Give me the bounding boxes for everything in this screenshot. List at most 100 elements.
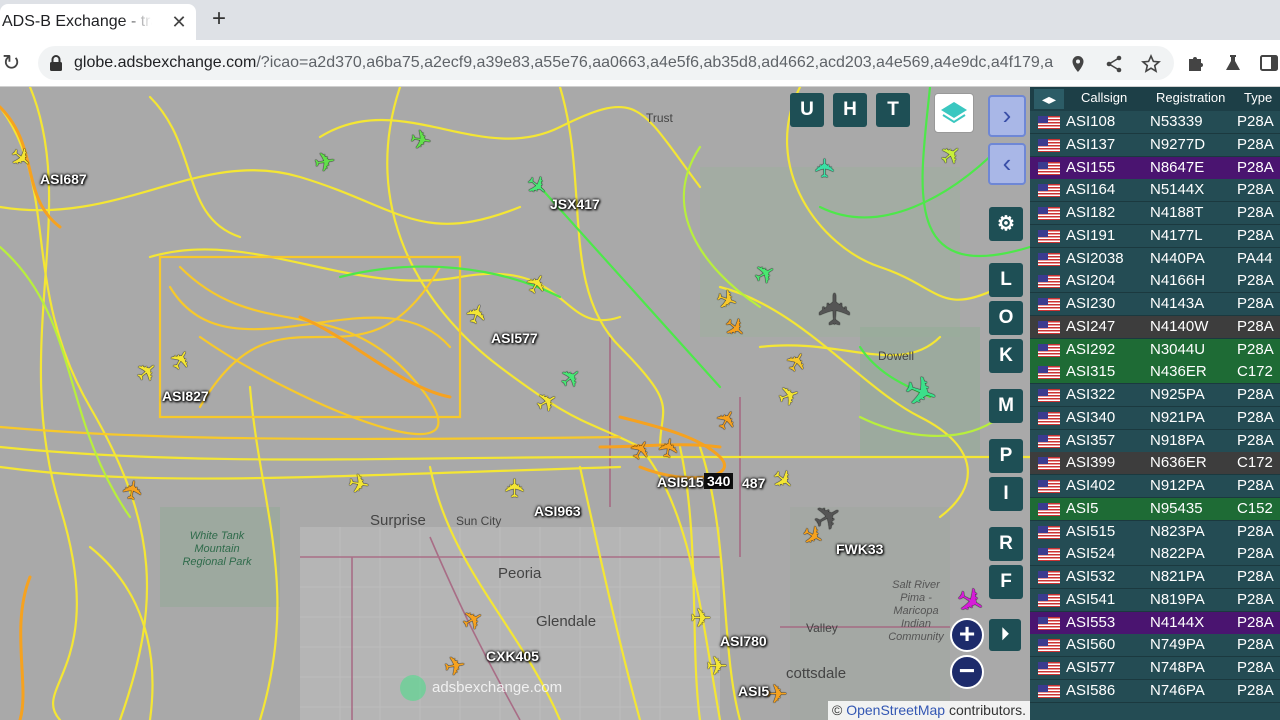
table-row[interactable]: ASI247 N4140W P28A: [1030, 315, 1280, 339]
aircraft-label[interactable]: JSX417: [550, 196, 600, 212]
place-valley: Valley: [806, 621, 838, 635]
button-m[interactable]: M: [989, 389, 1023, 423]
button-t[interactable]: T: [876, 93, 910, 127]
table-row[interactable]: ASI524 N822PA P28A: [1030, 543, 1280, 567]
table-row[interactable]: ASI515 N823PA P28A: [1030, 520, 1280, 544]
layers-icon: [941, 102, 967, 124]
zoom-out-button[interactable]: −: [950, 655, 984, 689]
toggle-panel-button[interactable]: ◂▸: [1034, 89, 1064, 109]
map-canvas[interactable]: [0, 87, 1030, 720]
aircraft-icon[interactable]: ✈: [811, 291, 860, 328]
table-row[interactable]: ASI560 N749PA P28A: [1030, 634, 1280, 658]
zoom-in-button[interactable]: +: [950, 618, 984, 652]
button-f[interactable]: F: [989, 565, 1023, 599]
aircraft-icon[interactable]: ✈: [690, 605, 712, 631]
aircraft-label[interactable]: 340: [704, 473, 734, 489]
cell-type: P28A: [1237, 272, 1274, 290]
table-row[interactable]: ASI322 N925PA P28A: [1030, 384, 1280, 407]
button-u[interactable]: U: [790, 93, 824, 127]
map-view[interactable]: Surprise Sun City Peoria Glendale cottsd…: [0, 87, 1030, 720]
button-o[interactable]: O: [989, 301, 1023, 335]
cell-callsign: ASI541: [1066, 590, 1116, 608]
aircraft-label[interactable]: ASI963: [534, 503, 581, 519]
table-row[interactable]: ASI191 N4177L P28A: [1030, 224, 1280, 248]
cell-type: P28A: [1237, 386, 1274, 403]
button-r[interactable]: R: [989, 527, 1023, 561]
table-row[interactable]: ASI541 N819PA P28A: [1030, 588, 1280, 612]
aircraft-icon[interactable]: ✈: [346, 467, 373, 500]
table-row[interactable]: ASI137 N9277D P28A: [1030, 133, 1280, 157]
aircraft-icon[interactable]: ✈: [312, 145, 339, 178]
replay-button[interactable]: ⏵: [989, 619, 1021, 651]
collapse-left-button[interactable]: ‹: [988, 143, 1026, 185]
table-row[interactable]: ASI182 N4188T P28A: [1030, 202, 1280, 225]
openstreetmap-link[interactable]: OpenStreetMap: [846, 702, 945, 718]
location-pin-icon[interactable]: [1068, 54, 1088, 74]
reload-icon[interactable]: ↻: [2, 50, 22, 76]
table-row[interactable]: ASI340 N921PA P28A: [1030, 406, 1280, 430]
watermark-text: adsbexchange.com: [432, 678, 563, 696]
aircraft-icon[interactable]: ✈: [652, 435, 685, 462]
labs-flask-icon[interactable]: [1223, 53, 1243, 73]
tab-close-icon[interactable]: ✕: [168, 11, 190, 33]
aircraft-icon[interactable]: ✈: [116, 477, 149, 504]
cell-registration: N822PA: [1150, 545, 1205, 563]
aircraft-icon[interactable]: ✈: [408, 123, 435, 156]
table-row[interactable]: ASI155 N8647E P28A: [1030, 156, 1280, 180]
table-row[interactable]: ASI532 N821PA P28A: [1030, 566, 1280, 589]
bookmark-star-icon[interactable]: [1141, 54, 1161, 74]
new-tab-icon[interactable]: +: [206, 7, 232, 33]
aircraft-icon[interactable]: ✈: [810, 157, 840, 179]
settings-button[interactable]: ⚙: [989, 207, 1023, 241]
table-row[interactable]: ASI108 N53339 P28A: [1030, 111, 1280, 134]
url-text[interactable]: globe.adsbexchange.com/?icao=a2d370,a6ba…: [74, 54, 1054, 72]
table-row[interactable]: ASI292 N3044U P28A: [1030, 338, 1280, 362]
cell-registration: N5144X: [1150, 181, 1205, 199]
column-header-callsign[interactable]: Callsign: [1081, 90, 1127, 105]
table-row[interactable]: ASI5 N95435 C152: [1030, 497, 1280, 521]
table-row[interactable]: ASI402 N912PA P28A: [1030, 475, 1280, 498]
table-row[interactable]: ASI2038 N440PA PA44: [1030, 247, 1280, 271]
aircraft-label[interactable]: 487: [742, 475, 765, 491]
column-header-registration[interactable]: Registration: [1156, 90, 1225, 105]
table-row[interactable]: ASI357 N918PA P28A: [1030, 429, 1280, 453]
table-row[interactable]: ASI577 N748PA P28A: [1030, 657, 1280, 680]
cell-registration: N748PA: [1150, 659, 1205, 676]
button-l[interactable]: L: [989, 263, 1023, 297]
aircraft-label[interactable]: ASI515: [657, 474, 704, 490]
table-row[interactable]: ASI399 N636ER C172: [1030, 452, 1280, 476]
aircraft-icon[interactable]: ✈: [766, 681, 788, 707]
aircraft-icon[interactable]: ✈: [500, 477, 530, 499]
aircraft-label[interactable]: CXK405: [486, 648, 539, 664]
aircraft-label[interactable]: ASI780: [720, 633, 767, 649]
expand-right-button[interactable]: ›: [988, 95, 1026, 137]
table-row[interactable]: ASI164 N5144X P28A: [1030, 179, 1280, 203]
table-row[interactable]: ASI230 N4143A P28A: [1030, 293, 1280, 316]
table-row[interactable]: ASI204 N4166H P28A: [1030, 270, 1280, 294]
attribution-suffix: contributors.: [945, 702, 1026, 718]
lock-icon[interactable]: [48, 54, 64, 72]
cell-type: P28A: [1237, 340, 1274, 358]
button-h[interactable]: H: [833, 93, 867, 127]
browser-tab[interactable]: ADS-B Exchange - track aircraft live ✕: [0, 4, 196, 40]
side-panel-icon[interactable]: [1259, 53, 1279, 73]
us-flag-icon: [1038, 662, 1060, 675]
aircraft-label[interactable]: ASI827: [162, 388, 209, 404]
extensions-icon[interactable]: [1186, 53, 1206, 73]
aircraft-label[interactable]: ASI5: [738, 683, 769, 699]
cell-registration: N749PA: [1150, 636, 1205, 654]
button-p[interactable]: P: [989, 439, 1023, 473]
column-header-type[interactable]: Type: [1244, 90, 1272, 105]
table-row[interactable]: ASI315 N436ER C172: [1030, 361, 1280, 385]
table-row[interactable]: ASI586 N746PA P28A: [1030, 679, 1280, 703]
button-k[interactable]: K: [989, 339, 1023, 373]
layers-button[interactable]: [934, 93, 974, 133]
aircraft-icon[interactable]: ✈: [706, 653, 728, 679]
table-row[interactable]: ASI553 N4144X P28A: [1030, 611, 1280, 635]
aircraft-label[interactable]: ASI687: [40, 171, 87, 187]
aircraft-label[interactable]: ASI577: [491, 330, 538, 346]
button-i[interactable]: I: [989, 477, 1023, 511]
address-bar[interactable]: globe.adsbexchange.com/?icao=a2d370,a6ba…: [38, 46, 1174, 80]
share-icon[interactable]: [1104, 54, 1124, 74]
aircraft-label[interactable]: FWK33: [836, 541, 883, 557]
